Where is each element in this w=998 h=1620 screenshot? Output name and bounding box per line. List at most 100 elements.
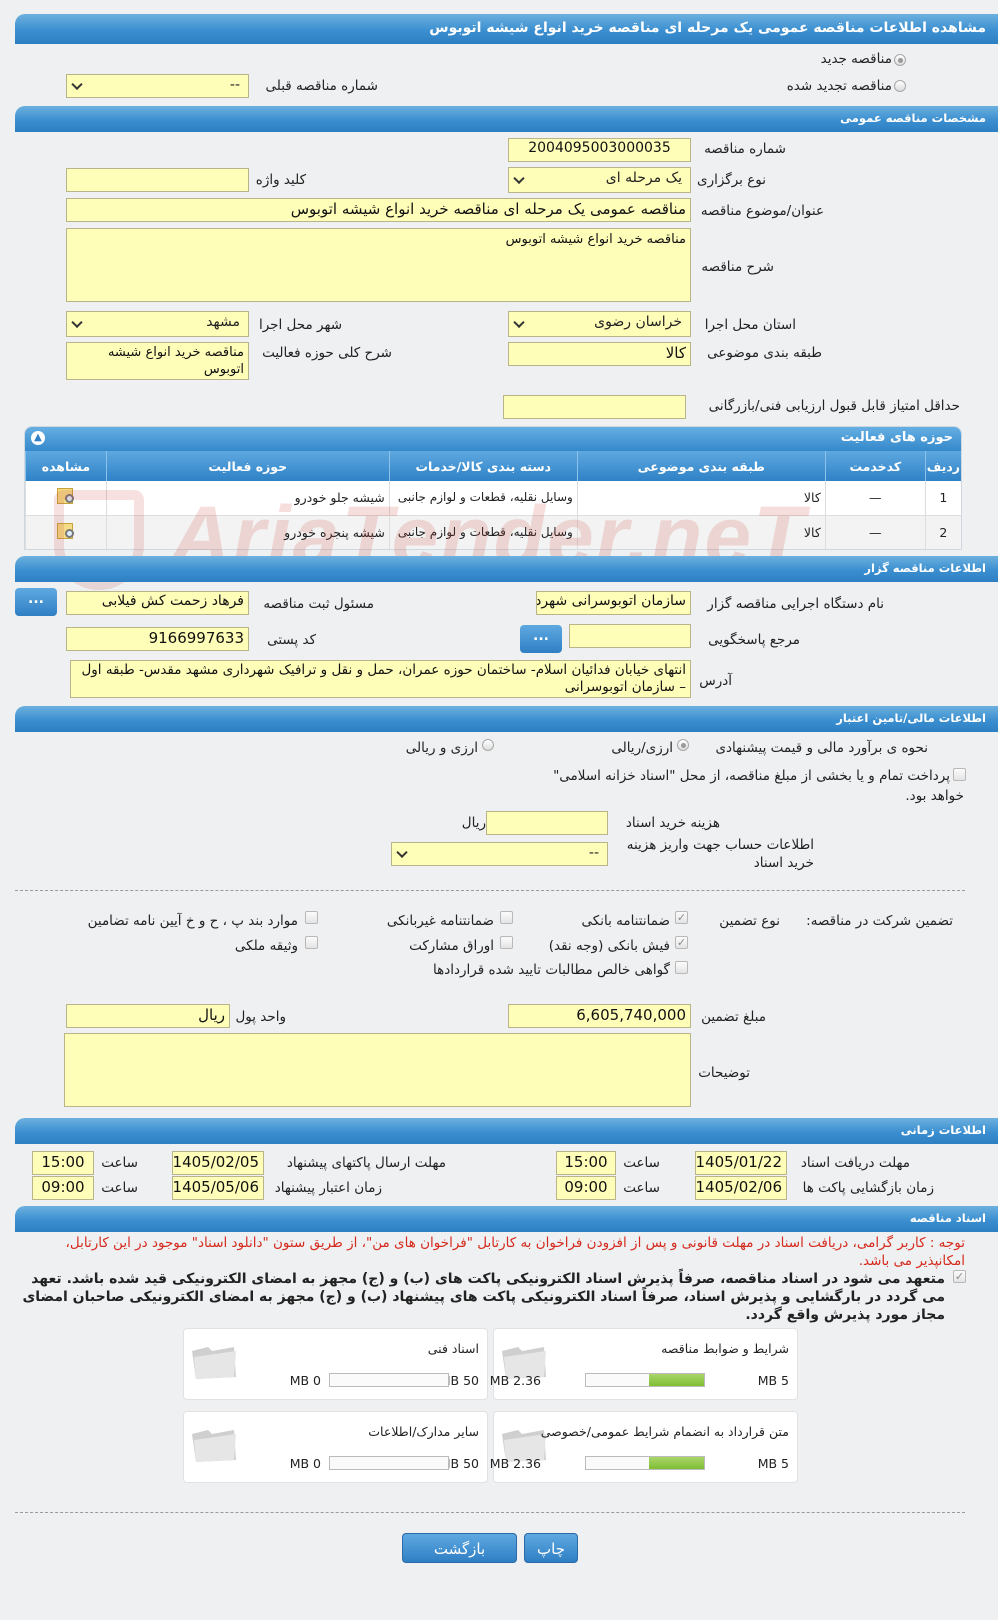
registrar-field[interactable]: فرهاد زحمت کش فیلابی [66, 591, 249, 615]
validity-date[interactable]: 1405/05/06 [172, 1176, 264, 1200]
commitment-checkbox[interactable]: ✓ [953, 1270, 966, 1283]
treasury-checkbox[interactable] [953, 768, 966, 781]
radio-new-tender[interactable] [894, 54, 906, 66]
estimate-label: نحوه ی برآورد مالی و قیمت پیشنهادی [715, 740, 928, 756]
cell-category: کالا [576, 515, 826, 549]
page-title: مشاهده اطلاعات مناقصه عمومی یک مرحله ای … [429, 20, 986, 36]
postal-field[interactable]: 9166997633 [66, 627, 249, 651]
cell-code: — [824, 515, 926, 549]
chevron-down-icon [396, 846, 408, 859]
send-deadline-date[interactable]: 1405/02/05 [172, 1151, 264, 1175]
notes-label: توضیحات [698, 1065, 750, 1081]
progress-fill [648, 1457, 704, 1469]
doc-card-size: 0 MB [289, 1456, 321, 1471]
doc-card-terms[interactable]: شرایط و ضوابط مناقصه 5 MB 2.36 MB [490, 1328, 798, 1400]
bank-guarantee-checkbox[interactable]: ✓ [675, 911, 688, 924]
col-view: مشاهده [25, 451, 107, 481]
cell-row: 1 [924, 481, 961, 516]
clauses-checkbox[interactable] [305, 911, 318, 924]
chevron-down-icon [71, 316, 83, 329]
time-label: ساعت [623, 1155, 660, 1171]
currency-rial-label: ارزی/ریالی [611, 740, 673, 756]
activity-desc-label: شرح کلی حوزه فعالیت [262, 345, 392, 361]
validity-time[interactable]: 09:00 [32, 1176, 94, 1200]
cell-code: — [824, 481, 926, 516]
view-document-icon[interactable] [55, 485, 77, 507]
guarantee-amount-field[interactable]: 6,605,740,000 [508, 1004, 691, 1028]
postal-label: کد پستی [267, 632, 316, 648]
guarantee-type-label: نوع تضمین [719, 913, 780, 929]
doc-card-max: 5 MB [757, 1456, 789, 1471]
folder-icon [192, 1347, 236, 1379]
claims-label: گواهی خالص مطالبات تایید شده قراردادها [433, 962, 670, 978]
commitment-text: متعهد می شود در اسناد مناقصه، صرفاً پذیر… [22, 1271, 945, 1323]
view-cell [25, 481, 107, 516]
clauses-label: موارد بند پ ، ح و خ آیین نامه تضامین [87, 913, 298, 929]
nonbank-guarantee-checkbox[interactable] [500, 911, 513, 924]
opening-date[interactable]: 1405/02/06 [695, 1176, 787, 1200]
doc-card-progress [329, 1373, 449, 1387]
bank-receipt-checkbox[interactable]: ✓ [675, 936, 688, 949]
holding-type-select[interactable]: یک مرحله ای [508, 167, 691, 193]
doc-card-title: اسناد فنی [427, 1341, 479, 1356]
registrar-lookup-button[interactable]: ... [15, 588, 57, 616]
collapse-icon[interactable]: ▲ [31, 431, 45, 445]
doc-card-other[interactable]: سایر مدارک/اطلاعات 50 MB 0 MB [183, 1411, 488, 1483]
prev-number-select[interactable]: -- [66, 74, 249, 98]
section-finance: اطلاعات مالی/تامین اعتبار [15, 706, 998, 732]
section-organizer: اطلاعات مناقصه گزار [15, 556, 998, 582]
province-select[interactable]: خراسان رضوی [508, 311, 691, 337]
address-field[interactable]: انتهای خیابان فدائیان اسلام- ساختمان حوز… [70, 660, 691, 698]
account-select[interactable]: -- [391, 842, 608, 866]
prev-number-label: شماره مناقصه قبلی [265, 78, 378, 94]
bonds-checkbox[interactable] [500, 936, 513, 949]
ref-lookup-button[interactable]: ... [520, 625, 562, 653]
ref-field[interactable] [569, 624, 691, 648]
number-field[interactable]: 2004095003000035 [508, 138, 691, 162]
doc-card-max: 5 MB [757, 1373, 789, 1388]
divider [15, 1512, 965, 1513]
claims-checkbox[interactable] [675, 961, 688, 974]
subject-field[interactable]: مناقصه عمومی یک مرحله ای مناقصه خرید انو… [66, 198, 691, 222]
page-header: مشاهده اطلاعات مناقصه عمومی یک مرحله ای … [15, 14, 998, 44]
activity-desc-field[interactable]: مناقصه خرید انواع شیشه اتوبوس [66, 342, 249, 380]
doc-card-technical[interactable]: اسناد فنی 50 MB 0 MB [183, 1328, 488, 1400]
currency-label: واحد پول [235, 1009, 286, 1025]
documents-notice: توجه : کاربر گرامی، دریافت اسناد در مهلت… [65, 1235, 966, 1269]
currency-field[interactable]: ریال [66, 1004, 230, 1028]
doc-card-contract[interactable]: متن قرارداد به انضمام شرایط عمومی/خصوصی … [490, 1411, 798, 1483]
send-deadline-time[interactable]: 15:00 [32, 1151, 94, 1175]
min-score-field[interactable] [503, 395, 686, 419]
progress-fill [648, 1374, 704, 1386]
doc-cost-field[interactable] [486, 811, 608, 835]
bank-receipt-label: فیش بانکی (وجه نقد) [548, 938, 670, 954]
category-field[interactable]: کالا [508, 342, 691, 366]
radio-renewed-tender[interactable] [894, 80, 906, 92]
view-document-icon[interactable] [55, 520, 77, 542]
section-timing: اطلاعات زمانی [15, 1118, 998, 1144]
chevron-down-icon [513, 172, 525, 185]
col-code: کدخدمت [824, 451, 926, 481]
new-tender-label: مناقصه جدید [820, 51, 892, 67]
doc-deadline-label: مهلت دریافت اسناد [800, 1155, 910, 1171]
description-label: شرح مناقصه [701, 259, 774, 275]
org-field[interactable]: سازمان اتوبوسرانی شهرداری مشهد [536, 591, 691, 615]
back-button[interactable]: بازگشت [402, 1533, 517, 1563]
print-button[interactable]: چاپ [524, 1533, 578, 1563]
radio-currency-rial[interactable] [677, 739, 689, 751]
notes-field[interactable] [64, 1033, 691, 1107]
col-field: حوزه فعالیت [105, 451, 390, 481]
doc-deadline-time[interactable]: 15:00 [556, 1151, 616, 1175]
keyword-field[interactable] [66, 168, 249, 192]
radio-currency-and-rial[interactable] [482, 739, 494, 751]
doc-deadline-date[interactable]: 1405/01/22 [695, 1151, 787, 1175]
property-checkbox[interactable] [305, 936, 318, 949]
section-documents: اسناد مناقصه [15, 1206, 998, 1232]
send-deadline-label: مهلت ارسال پاکتهای پیشنهاد [286, 1155, 446, 1171]
province-label: استان محل اجرا [704, 317, 796, 333]
view-cell [25, 515, 107, 549]
holding-type-label: نوع برگزاری [697, 172, 766, 188]
city-select[interactable]: مشهد [66, 311, 249, 337]
description-field[interactable]: مناقصه خرید انواع شیشه اتوبوس [66, 228, 691, 302]
opening-time[interactable]: 09:00 [556, 1176, 616, 1200]
